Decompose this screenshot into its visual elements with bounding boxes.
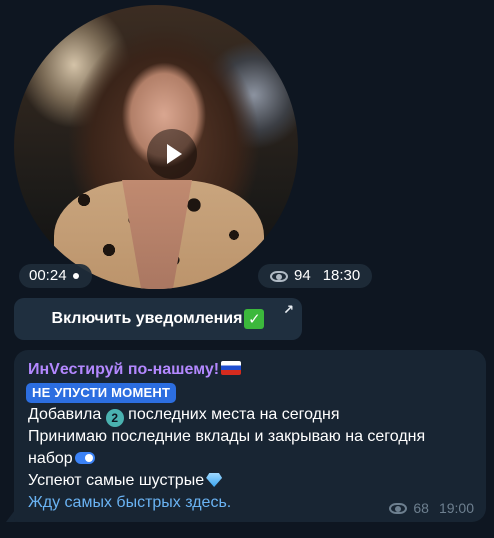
play-icon	[167, 144, 182, 164]
toggle-on-icon	[74, 452, 95, 464]
message-time: 19:00	[438, 500, 474, 516]
unread-dot-icon	[72, 273, 79, 279]
number-two-icon: 2	[105, 409, 124, 427]
line1-text-before: Добавила	[28, 406, 106, 423]
play-button[interactable]	[147, 129, 197, 179]
message-meta: 68 19:00	[389, 500, 474, 516]
views-eye-icon	[389, 502, 408, 514]
message-line-3: набор	[28, 450, 95, 468]
message-views-count: 68	[413, 500, 429, 516]
line4-text: Успеют самые шустрые	[28, 472, 205, 489]
message-line-1: Добавила 2 последних места на сегодня	[28, 406, 340, 427]
video-duration: 00:24	[29, 267, 67, 284]
external-arrow-icon: ↗	[283, 302, 294, 317]
gem-icon	[206, 473, 223, 487]
video-views-count: 94	[294, 267, 311, 284]
russia-flag-icon	[221, 361, 242, 375]
line3-text: набор	[28, 450, 73, 467]
sender-name-text: ИнVестируй по-нашему!	[28, 361, 220, 378]
video-duration-pill: 00:24	[19, 264, 92, 288]
message-bubble[interactable]: ИнVестируй по-нашему! НЕ УПУСТИ МОМЕНТ Д…	[14, 350, 486, 522]
views-eye-icon	[270, 270, 288, 282]
message-line-4: Успеют самые шустрые	[28, 472, 223, 490]
video-meta-pill: 94 18:30	[258, 264, 372, 288]
enable-notifications-button[interactable]: Включить уведомления ✓ ↗	[14, 298, 302, 340]
sender-name[interactable]: ИнVестируй по-нашему!	[28, 361, 242, 379]
promo-badge: НЕ УПУСТИ МОМЕНТ	[26, 383, 177, 403]
message-line-2: Принимаю последние вклады и закрываю на …	[28, 428, 426, 445]
video-note[interactable]	[14, 5, 298, 289]
line1-text-after: последних места на сегодня	[123, 406, 340, 423]
enable-notifications-label: Включить уведомления	[51, 310, 243, 327]
check-mark-icon: ✓	[244, 309, 265, 329]
video-time: 18:30	[322, 267, 361, 284]
message-link[interactable]: Жду самых быстрых здесь.	[28, 494, 231, 512]
